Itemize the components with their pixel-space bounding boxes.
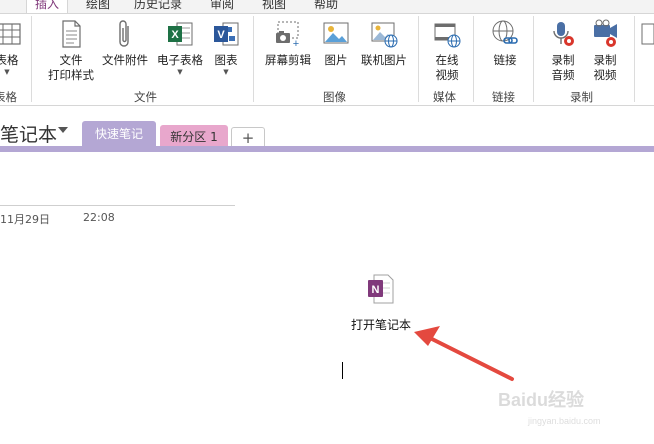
- more-button[interactable]: [640, 18, 654, 53]
- spreadsheet-label: 电子表格: [157, 53, 203, 67]
- visio-icon: V: [211, 18, 241, 50]
- group-label-links: 链接: [492, 90, 515, 104]
- chevron-down-icon: ▼: [177, 68, 183, 76]
- tab-draw[interactable]: 绘图: [86, 0, 110, 12]
- screen-clipping-icon: +: [273, 18, 303, 50]
- tab-review[interactable]: 审阅: [210, 0, 234, 12]
- group-divider: [473, 16, 474, 102]
- screen-clipping-button[interactable]: + 屏幕剪辑: [262, 18, 314, 68]
- online-video-label-2: 视频: [435, 68, 459, 82]
- group-label-media: 媒体: [433, 90, 456, 104]
- svg-text:V: V: [217, 29, 225, 41]
- file-printout-icon: [56, 18, 86, 50]
- diagram-button[interactable]: V 图表 ▼: [209, 18, 243, 76]
- tab-history[interactable]: 历史记录: [134, 0, 182, 12]
- group-divider: [533, 16, 534, 102]
- overflow-icon: [640, 18, 654, 50]
- table-button-label: 表格: [0, 53, 19, 67]
- online-video-button[interactable]: 在线 视频: [430, 18, 464, 83]
- notebook-name[interactable]: 笔记本: [0, 120, 57, 147]
- tab-insert[interactable]: 插入: [26, 0, 69, 13]
- spreadsheet-button[interactable]: X 电子表格 ▼: [152, 18, 208, 76]
- online-pictures-label: 联机图片: [361, 53, 407, 67]
- file-attachment-button[interactable]: 文件附件: [99, 18, 151, 68]
- video-camera-icon: [590, 18, 620, 50]
- group-divider: [418, 16, 419, 102]
- group-label-image: 图像: [323, 90, 346, 104]
- file-printout-label-1: 文件: [59, 53, 83, 67]
- pictures-button[interactable]: 图片: [320, 18, 352, 68]
- group-divider: [31, 16, 32, 102]
- watermark-logo: Baidu经验: [498, 390, 585, 410]
- paperclip-icon: [110, 18, 140, 50]
- excel-icon: X: [165, 18, 195, 50]
- record-video-label-2: 视频: [593, 68, 617, 82]
- record-audio-label-1: 录制: [551, 53, 575, 67]
- microphone-icon: [548, 18, 578, 50]
- group-divider: [253, 16, 254, 102]
- link-icon: [490, 18, 520, 50]
- record-video-button[interactable]: 录制 视频: [588, 18, 622, 83]
- screen-clipping-label: 屏幕剪辑: [265, 53, 311, 67]
- group-divider: [634, 16, 635, 102]
- record-audio-label-2: 音频: [551, 68, 575, 82]
- record-video-label-1: 录制: [593, 53, 617, 67]
- page-canvas[interactable]: 11月29日 22:08 N 打开笔记本 Baidu经验 jingyan.bai…: [0, 152, 654, 444]
- pictures-label: 图片: [324, 53, 348, 67]
- ribbon: 表格 ▼ 表格 文件 打印样式 文件附件: [0, 14, 654, 106]
- file-printout-label-2: 打印样式: [48, 68, 94, 82]
- tab-help[interactable]: 帮助: [314, 0, 338, 12]
- online-video-label-1: 在线: [435, 53, 459, 67]
- picture-icon: [321, 18, 351, 50]
- file-printout-button[interactable]: 文件 打印样式: [44, 18, 98, 83]
- chevron-down-icon: ▼: [4, 68, 10, 76]
- online-video-icon: [432, 18, 462, 50]
- file-attachment-label: 文件附件: [102, 53, 148, 67]
- online-pictures-button[interactable]: 联机图片: [357, 18, 411, 68]
- group-label-record: 录制: [570, 90, 593, 104]
- table-icon: [0, 18, 22, 50]
- chevron-down-icon: ▼: [223, 68, 229, 76]
- link-button[interactable]: 链接: [488, 18, 522, 68]
- group-label-table: 表格: [0, 90, 17, 104]
- link-label: 链接: [493, 53, 517, 67]
- group-label-file: 文件: [134, 90, 157, 104]
- svg-text:+: +: [293, 38, 299, 50]
- watermark-url: jingyan.baidu.com: [528, 416, 601, 426]
- notebook-dropdown-icon[interactable]: [58, 127, 68, 133]
- diagram-label: 图表: [214, 53, 238, 67]
- online-picture-icon: [369, 18, 399, 50]
- menu-tab-strip: 插入 绘图 历史记录 审阅 视图 帮助: [0, 0, 654, 14]
- record-audio-button[interactable]: 录制 音频: [546, 18, 580, 83]
- table-button[interactable]: 表格 ▼: [0, 18, 24, 76]
- svg-text:X: X: [171, 29, 179, 41]
- tab-view[interactable]: 视图: [262, 0, 286, 12]
